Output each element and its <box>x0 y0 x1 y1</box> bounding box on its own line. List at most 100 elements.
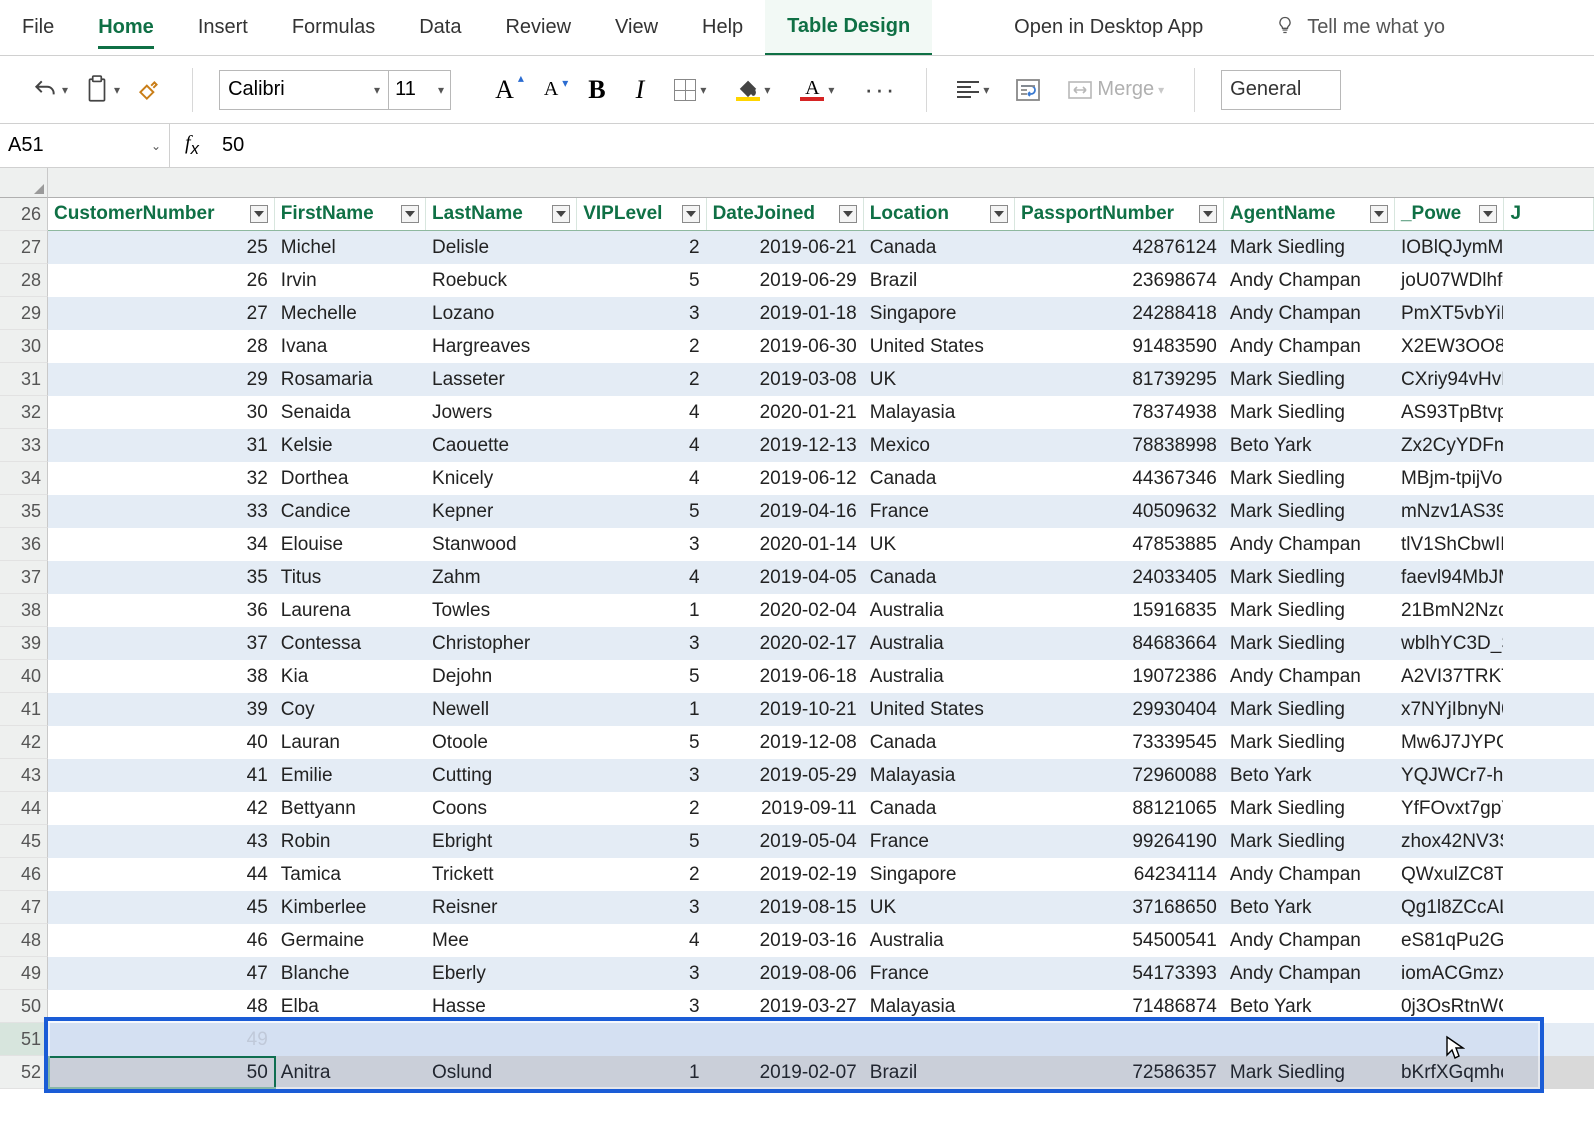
cell[interactable]: United States <box>864 330 1015 363</box>
cell[interactable] <box>1504 495 1594 528</box>
cell[interactable]: Cutting <box>426 759 577 792</box>
cell[interactable]: Andy Champan <box>1224 924 1395 957</box>
cell[interactable] <box>1504 1089 1594 1122</box>
cell[interactable]: Candice <box>275 495 426 528</box>
cell[interactable]: 39 <box>48 693 275 726</box>
cell[interactable]: Otoole <box>426 726 577 759</box>
cell[interactable]: 5 <box>577 264 706 297</box>
cell[interactable]: Mark Siedling <box>1224 792 1395 825</box>
column-header[interactable]: VIPLevel <box>577 198 706 230</box>
cell[interactable]: 2020-02-17 <box>707 627 864 660</box>
merge-button[interactable]: Merge ▾ <box>1063 73 1168 107</box>
cell[interactable]: 26 <box>48 264 275 297</box>
cell[interactable]: UK <box>864 891 1015 924</box>
cell[interactable] <box>1504 792 1594 825</box>
cell[interactable]: 30 <box>48 396 275 429</box>
table-row[interactable]: 39CoyNewell12019-10-21United States29930… <box>48 693 1594 726</box>
number-format-select[interactable]: General <box>1221 70 1341 110</box>
cell[interactable]: Anitra <box>275 1056 426 1089</box>
cell[interactable]: 5 <box>577 825 706 858</box>
cell[interactable]: 2020-01-14 <box>707 528 864 561</box>
cell[interactable]: bKrfXGqmhqY <box>1395 1056 1504 1089</box>
cell[interactable]: 3 <box>577 990 706 1023</box>
cell[interactable]: Lauran <box>275 726 426 759</box>
cell[interactable] <box>1504 231 1594 264</box>
cell[interactable]: 2019-03-08 <box>707 363 864 396</box>
cell[interactable] <box>1504 990 1594 1023</box>
cell[interactable]: 91483590 <box>1015 330 1224 363</box>
column-header[interactable]: Location <box>864 198 1015 230</box>
cell[interactable]: 0j3OsRtnWG8 <box>1395 990 1504 1023</box>
cell[interactable]: Beto Yark <box>1224 990 1395 1023</box>
table-row[interactable]: 49 <box>48 1023 1594 1056</box>
cell[interactable]: 2019-03-27 <box>707 990 864 1023</box>
cell[interactable]: 2019-12-08 <box>707 726 864 759</box>
cell[interactable]: IOBlQJymMkY <box>1395 231 1504 264</box>
row-header[interactable]: 46 <box>0 858 48 891</box>
cell[interactable]: Singapore <box>864 858 1015 891</box>
cell[interactable]: QWxulZC8TuU <box>1395 858 1504 891</box>
cell[interactable]: Reisner <box>426 891 577 924</box>
cell[interactable]: 24288418 <box>1015 297 1224 330</box>
cell[interactable]: Andy Champan <box>1224 264 1395 297</box>
menu-view[interactable]: View <box>593 0 680 55</box>
cell[interactable]: Mark Siedling <box>1224 825 1395 858</box>
table-row[interactable]: 35TitusZahm42019-04-05Canada24033405Mark… <box>48 561 1594 594</box>
shrink-font-button[interactable]: A▾ <box>540 74 562 105</box>
cell[interactable]: Mark Siedling <box>1224 1056 1395 1089</box>
cell[interactable]: Emilie <box>275 759 426 792</box>
cell[interactable]: 23698674 <box>1015 264 1224 297</box>
cell[interactable]: 47 <box>48 957 275 990</box>
cell[interactable]: 2019-06-30 <box>707 330 864 363</box>
cell[interactable]: 4 <box>577 561 706 594</box>
row-header[interactable]: 41 <box>0 693 48 726</box>
cell[interactable]: Mark Siedling <box>1224 231 1395 264</box>
cell[interactable]: 47853885 <box>1015 528 1224 561</box>
tell-me-search[interactable]: Tell me what yo <box>1275 15 1445 41</box>
cell[interactable]: Malayasia <box>864 990 1015 1023</box>
cell[interactable]: Germaine <box>275 924 426 957</box>
cell[interactable]: Canada <box>864 231 1015 264</box>
cell[interactable]: Coy <box>275 693 426 726</box>
cell[interactable]: Mark Siedling <box>1224 396 1395 429</box>
cell[interactable] <box>1504 891 1594 924</box>
cell[interactable]: Brazil <box>864 1056 1015 1089</box>
cell[interactable]: Christopher <box>426 627 577 660</box>
column-header[interactable]: J <box>1504 198 1594 230</box>
table-row[interactable]: 42BettyannCoons22019-09-11Canada88121065… <box>48 792 1594 825</box>
cell[interactable]: 45 <box>48 891 275 924</box>
cell[interactable]: Coons <box>426 792 577 825</box>
cell[interactable]: 78838998 <box>1015 429 1224 462</box>
align-button[interactable]: ▾ <box>953 77 993 102</box>
cell[interactable]: Trickett <box>426 858 577 891</box>
cell[interactable]: 4 <box>577 429 706 462</box>
cell[interactable]: Mark Siedling <box>1224 627 1395 660</box>
cell[interactable]: 36 <box>48 594 275 627</box>
cell[interactable]: Bettyann <box>275 792 426 825</box>
row-header[interactable]: 40 <box>0 660 48 693</box>
open-desktop-app[interactable]: Open in Desktop App <box>992 0 1225 55</box>
filter-dropdown-icon[interactable] <box>990 205 1008 223</box>
cell[interactable]: Elba <box>275 990 426 1023</box>
cell[interactable] <box>1504 693 1594 726</box>
cell[interactable]: 21BmN2Nzdkc <box>1395 594 1504 627</box>
cell[interactable]: 4 <box>577 462 706 495</box>
table-row[interactable]: 25MichelDelisle22019-06-21Canada42876124… <box>48 231 1594 264</box>
cell[interactable]: Robin <box>275 825 426 858</box>
cell[interactable]: 2019-04-16 <box>707 495 864 528</box>
cell[interactable]: 35 <box>48 561 275 594</box>
row-header[interactable]: 27 <box>0 231 48 264</box>
cell[interactable]: Andy Champan <box>1224 858 1395 891</box>
menu-home[interactable]: Home <box>76 0 176 55</box>
menu-help[interactable]: Help <box>680 0 765 55</box>
cell[interactable]: 37168650 <box>1015 891 1224 924</box>
cell[interactable]: 2019-09-11 <box>707 792 864 825</box>
cell[interactable] <box>1504 462 1594 495</box>
cell[interactable]: 2019-02-19 <box>707 858 864 891</box>
cell[interactable]: Stanwood <box>426 528 577 561</box>
cell[interactable]: wblhYC3D_Sk <box>1395 627 1504 660</box>
formula-input[interactable]: 50 <box>214 134 1594 157</box>
row-header[interactable]: 42 <box>0 726 48 759</box>
cell[interactable]: 4 <box>577 396 706 429</box>
cell[interactable]: Lozano <box>426 297 577 330</box>
